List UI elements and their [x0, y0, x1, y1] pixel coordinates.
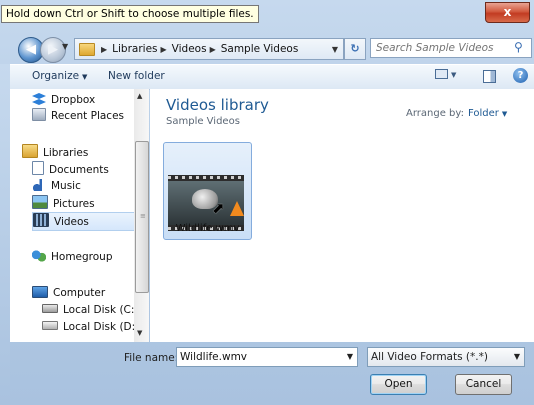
- nav-item-libraries[interactable]: Libraries: [22, 144, 88, 161]
- search-icon[interactable]: ⚲: [514, 40, 528, 56]
- music-icon: [32, 179, 46, 191]
- nav-item-local-disk-c[interactable]: Local Disk (C:): [42, 302, 139, 319]
- recent-places-icon: [32, 108, 46, 121]
- title-bar: Hold down Ctrl or Shift to choose multip…: [0, 0, 534, 30]
- nav-item-label: Computer: [53, 287, 106, 299]
- library-subtitle: Sample Videos: [166, 116, 240, 127]
- nav-item-label: Libraries: [43, 147, 89, 159]
- chevron-down-icon[interactable]: ▼: [347, 352, 353, 361]
- file-name-label: Wildlife.wmv: [175, 223, 240, 234]
- nav-item-label: Music: [51, 180, 81, 192]
- nav-item-label: Documents: [49, 164, 109, 176]
- search-input[interactable]: [371, 39, 512, 57]
- nav-scrollbar[interactable]: ▲ ≡ ▼: [134, 89, 149, 342]
- computer-icon: [32, 286, 48, 298]
- arrange-by-dropdown[interactable]: Folder ▼: [468, 108, 507, 119]
- nav-item-documents[interactable]: Documents: [32, 161, 109, 178]
- chevron-right-icon[interactable]: ▶: [101, 45, 107, 54]
- refresh-button[interactable]: ↻: [344, 38, 366, 60]
- navigation-pane: Dropbox Recent Places Libraries Document…: [10, 89, 149, 342]
- nav-item-homegroup[interactable]: Homegroup: [32, 249, 113, 266]
- organize-button[interactable]: Organize ▼: [32, 70, 87, 82]
- help-button[interactable]: ?: [513, 68, 528, 83]
- folder-icon: [79, 42, 95, 56]
- toolbar: Organize ▼ New folder ▼ ?: [10, 64, 534, 90]
- nav-item-pictures[interactable]: Pictures: [32, 195, 95, 212]
- nav-item-computer[interactable]: Computer: [32, 285, 105, 302]
- grip-icon: ≡: [140, 212, 146, 220]
- file-name-label: File name:: [124, 352, 179, 364]
- preview-pane-button[interactable]: [483, 70, 496, 83]
- library-title: Videos library: [166, 96, 269, 114]
- chevron-right-icon[interactable]: ▶: [210, 45, 216, 54]
- open-button[interactable]: Open: [370, 374, 427, 395]
- close-button[interactable]: x: [485, 2, 530, 23]
- chevron-right-icon[interactable]: ▶: [161, 45, 167, 54]
- nav-item-dropbox[interactable]: Dropbox: [32, 92, 95, 109]
- breadcrumb-libraries[interactable]: Libraries: [112, 43, 157, 55]
- file-name-input[interactable]: [177, 348, 340, 366]
- dropbox-icon: [32, 93, 46, 105]
- new-folder-button[interactable]: New folder: [108, 70, 165, 82]
- nav-item-label: Videos: [54, 216, 89, 228]
- videos-icon: [33, 213, 49, 227]
- address-bar[interactable]: ▶ Libraries ▶ Videos ▶ Sample Videos ▼: [74, 38, 344, 60]
- breadcrumb-videos[interactable]: Videos: [172, 43, 207, 55]
- organize-label: Organize: [32, 70, 80, 82]
- nav-item-label: Recent Places: [51, 110, 125, 122]
- nav-item-label: Homegroup: [51, 251, 113, 263]
- libraries-icon: [22, 144, 38, 158]
- arrange-by-value: Folder: [468, 108, 499, 119]
- cancel-button[interactable]: Cancel: [455, 374, 512, 395]
- file-type-filter[interactable]: All Video Formats (*.*) ▼: [367, 347, 525, 367]
- chevron-down-icon: ▼: [451, 71, 457, 79]
- address-dropdown[interactable]: ▼: [332, 45, 338, 54]
- change-view-button[interactable]: ▼: [435, 69, 465, 84]
- open-file-dialog: Hold down Ctrl or Shift to choose multip…: [0, 0, 534, 405]
- scroll-thumb[interactable]: ≡: [135, 141, 149, 293]
- arrange-by-label: Arrange by:: [406, 108, 464, 119]
- scroll-up-arrow[interactable]: ▲: [137, 92, 142, 100]
- views-icon: [435, 69, 448, 79]
- file-item-wildlife[interactable]: ⬈ Wildlife.wmv: [163, 142, 252, 240]
- chevron-down-icon: ▼: [82, 73, 88, 81]
- nav-item-local-disk-d[interactable]: Local Disk (D:): [42, 319, 139, 336]
- pictures-icon: [32, 195, 48, 209]
- chevron-down-icon: ▼: [513, 352, 520, 361]
- documents-icon: [32, 161, 44, 175]
- file-type-filter-value: All Video Formats (*.*): [371, 351, 488, 363]
- vlc-icon: [230, 201, 244, 216]
- nav-item-label: Pictures: [53, 198, 95, 210]
- nav-item-recent-places[interactable]: Recent Places: [32, 108, 124, 125]
- disk-icon: [42, 304, 58, 313]
- file-list-pane: Videos library Sample Videos Arrange by:…: [150, 89, 534, 342]
- nav-item-videos[interactable]: Videos: [32, 212, 136, 231]
- window-frame: [0, 64, 10, 405]
- breadcrumb-sample-videos[interactable]: Sample Videos: [221, 43, 299, 55]
- nav-item-label: Dropbox: [51, 94, 96, 106]
- mouse-cursor-icon: ⬈: [212, 199, 225, 217]
- scroll-down-arrow[interactable]: ▼: [137, 329, 142, 337]
- title-tooltip: Hold down Ctrl or Shift to choose multip…: [1, 5, 259, 23]
- nav-item-label: Local Disk (D:): [63, 321, 140, 333]
- file-name-combobox[interactable]: ▼: [176, 347, 358, 367]
- search-box[interactable]: ⚲: [370, 38, 532, 58]
- nav-item-music[interactable]: Music: [32, 178, 81, 195]
- recent-locations-dropdown[interactable]: ▼: [62, 42, 68, 51]
- chevron-down-icon: ▼: [501, 110, 508, 118]
- nav-item-label: Local Disk (C:): [63, 304, 139, 316]
- disk-icon: [42, 321, 58, 330]
- homegroup-icon: [32, 250, 46, 262]
